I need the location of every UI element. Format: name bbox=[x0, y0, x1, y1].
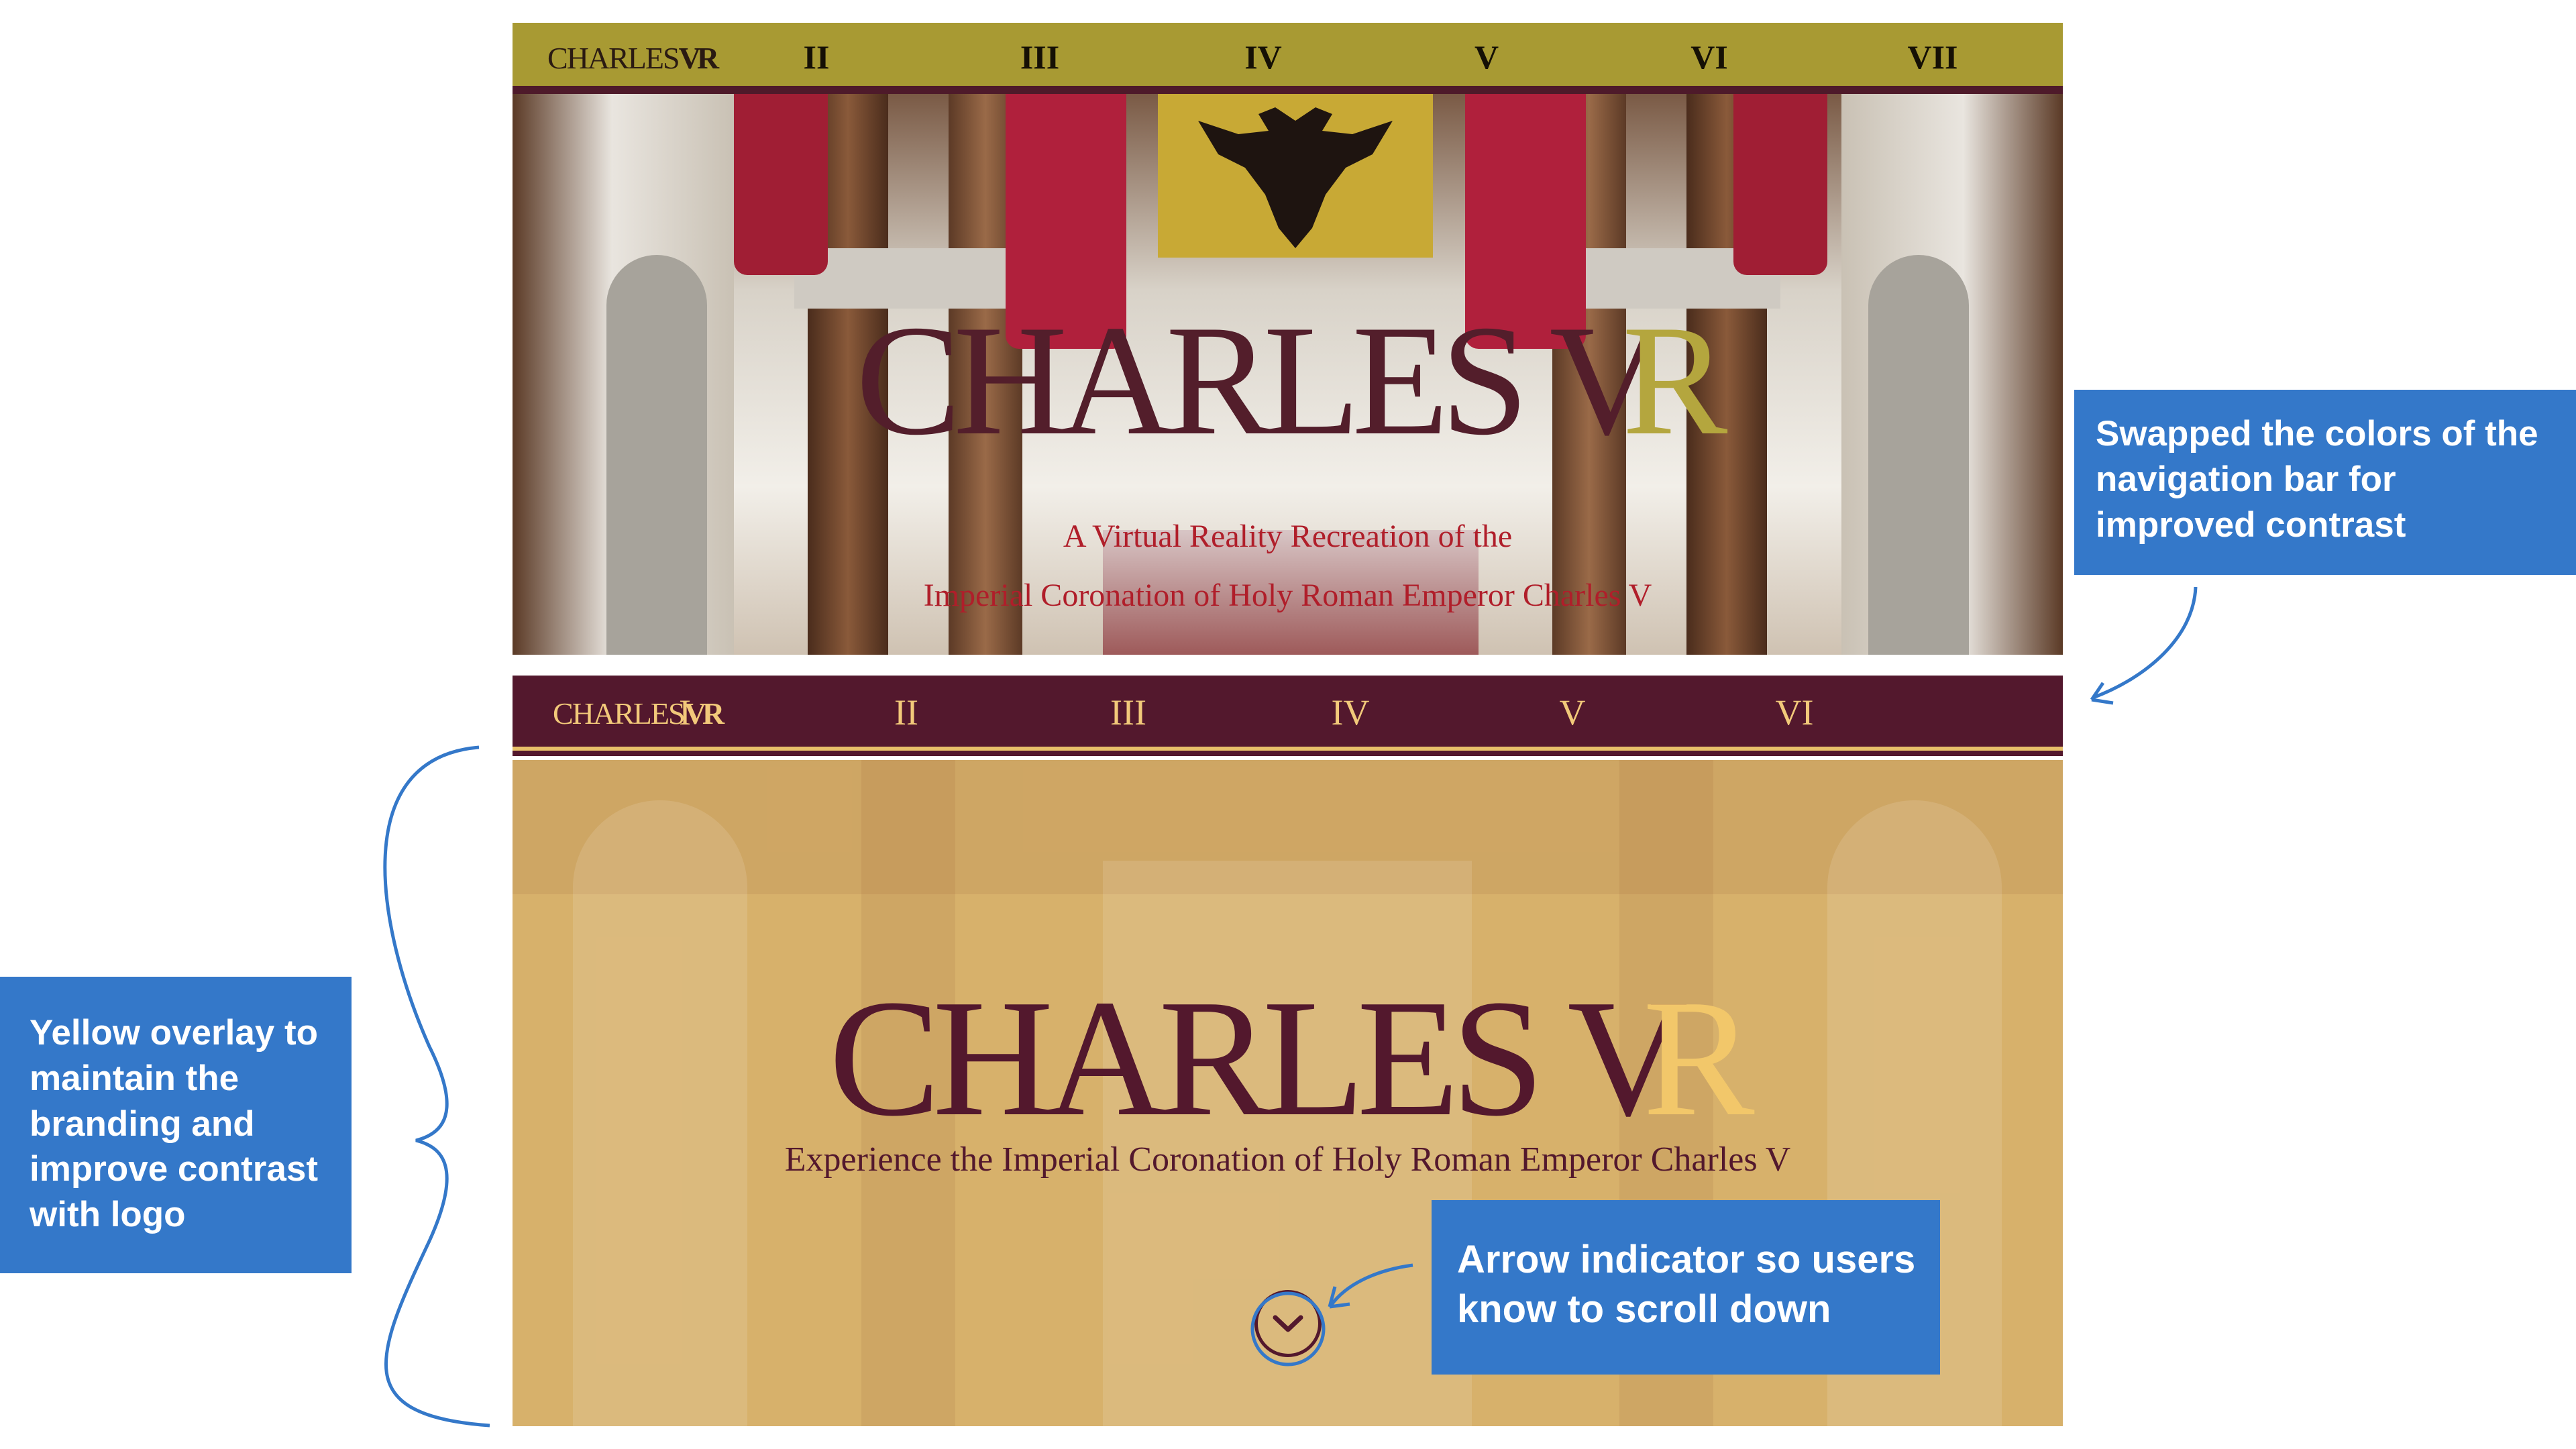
double-headed-eagle-icon bbox=[1198, 107, 1393, 248]
hero-title: CHARLES VR bbox=[513, 975, 2063, 1142]
nav-item-vi[interactable]: VI bbox=[1727, 692, 1862, 733]
nav-item-iii[interactable]: III bbox=[1061, 692, 1195, 733]
hero-tagline: Experience the Imperial Coronation of Ho… bbox=[784, 1140, 1791, 1179]
nav-item-ii[interactable]: II bbox=[839, 692, 973, 733]
nav-item-vi[interactable]: VI bbox=[1642, 38, 1776, 76]
hero-subtitle-line2: Imperial Coronation of Holy Roman Empero… bbox=[923, 578, 1652, 613]
hero-title: CHARLES VR bbox=[513, 302, 2063, 460]
nav-item-i[interactable]: I bbox=[618, 692, 752, 733]
red-banner bbox=[734, 94, 828, 275]
nav-logo-accent: VR bbox=[678, 41, 720, 75]
hero-title-accent: R bbox=[1642, 965, 1755, 1151]
nav-annotation-arrow bbox=[2092, 586, 2198, 700]
arrow-head-icon bbox=[2090, 682, 2114, 705]
hero-title-accent: R bbox=[1622, 293, 1727, 468]
nav-logo[interactable]: CHARLESVR bbox=[547, 40, 720, 76]
red-banner bbox=[1733, 94, 1827, 275]
nav-item-iv[interactable]: IV bbox=[1196, 38, 1330, 76]
nav-color-annotation: Swapped the colors of the navigation bar… bbox=[2074, 390, 2576, 575]
nav-item-v[interactable]: V bbox=[1505, 692, 1640, 733]
overlay-brace bbox=[383, 745, 490, 1428]
scroll-arrow-annotation: Arrow indicator so users know to scroll … bbox=[1432, 1200, 1940, 1375]
original-design-screenshot: CHARLESVR II III IV V VI VII CHARLES VR … bbox=[513, 23, 2063, 655]
hero-title-main: CHARLES V bbox=[855, 293, 1664, 468]
imperial-eagle-banner bbox=[1158, 94, 1433, 258]
nav-item-ii[interactable]: II bbox=[749, 38, 883, 76]
nav-item-vii[interactable]: VII bbox=[1866, 38, 2000, 76]
hero-subtitle-line1: A Virtual Reality Recreation of the bbox=[1063, 519, 1513, 554]
scroll-down-button[interactable] bbox=[1254, 1290, 1322, 1357]
nav-gold-rule bbox=[513, 747, 2063, 751]
overlay-annotation: Yellow overlay to maintain the branding … bbox=[0, 977, 352, 1273]
cathedral-hero-image: CHARLES VR A Virtual Reality Recreation … bbox=[513, 94, 2063, 655]
nav-logo-text: CHARLES bbox=[547, 41, 680, 75]
nav-item-iv[interactable]: IV bbox=[1283, 692, 1417, 733]
hero-title-main: CHARLES V bbox=[828, 965, 1688, 1151]
nav-item-v[interactable]: V bbox=[1419, 38, 1554, 76]
redesigned-navigation-bar: CHARLESVR I II III IV V VI bbox=[513, 676, 2063, 756]
chevron-down-icon bbox=[1273, 1315, 1303, 1332]
original-navigation-bar: CHARLESVR II III IV V VI VII bbox=[513, 23, 2063, 94]
nav-item-iii[interactable]: III bbox=[973, 38, 1107, 76]
